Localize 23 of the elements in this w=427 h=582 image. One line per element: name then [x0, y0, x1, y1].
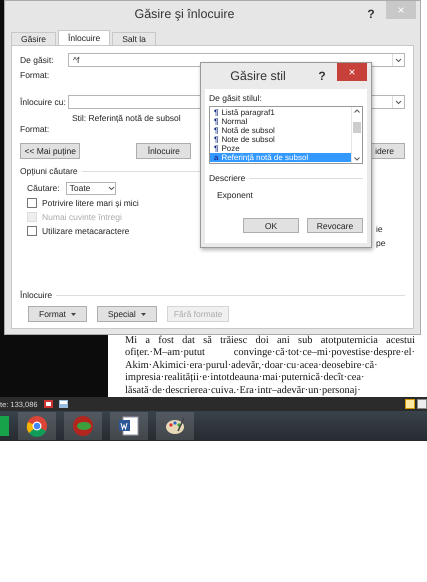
- checkbox-label: Potrivire litere mari și mici: [42, 198, 139, 208]
- field-label: Înlocuire cu:: [20, 97, 67, 107]
- group-title: Descriere: [209, 173, 246, 183]
- document-text-line: impresia·realității·e·intotdeauna·mai·puternică·decît·cea·: [125, 372, 366, 385]
- checkbox-label: Utilizare metacaractere: [42, 226, 130, 236]
- document-text-line: Mi a fost dat să trăiesc doi ani sub atotputernicia acestui: [125, 335, 415, 348]
- group-title: Înlocuire: [20, 290, 52, 300]
- list-label: De găsit stilul:: [209, 93, 263, 103]
- style-note: Stil: Referință notă de subsol: [72, 112, 181, 123]
- option-label: pe: [376, 238, 386, 248]
- dialog-title: Găsire şi înlocuire: [133, 7, 236, 21]
- style-description: Exponent: [216, 190, 254, 200]
- format-label: Format:: [20, 124, 50, 134]
- field-label: De găsit:: [20, 55, 55, 65]
- format-label: Format:: [20, 70, 50, 80]
- option-label: ie: [376, 224, 383, 234]
- document-text-line: Akim·Akimici·era·purul·adevăr,·doar·cu·acea·deosebire·că·: [125, 360, 379, 372]
- document-text-line: ofițer.·M–am·putut convinge·că·tot·ce–mi·povestise·despre·el·: [125, 347, 415, 360]
- dialog-title: Găsire stil: [229, 69, 287, 83]
- search-label: Căutare:: [27, 183, 60, 193]
- checkbox-label: Numai cuvinte întregi: [42, 212, 122, 222]
- document-text-line: lăsată·de·descrierea·cuiva.·Era·intr–adevăr·un·personaj·: [125, 384, 362, 398]
- group-title: Opțiuni căutare: [20, 166, 78, 176]
